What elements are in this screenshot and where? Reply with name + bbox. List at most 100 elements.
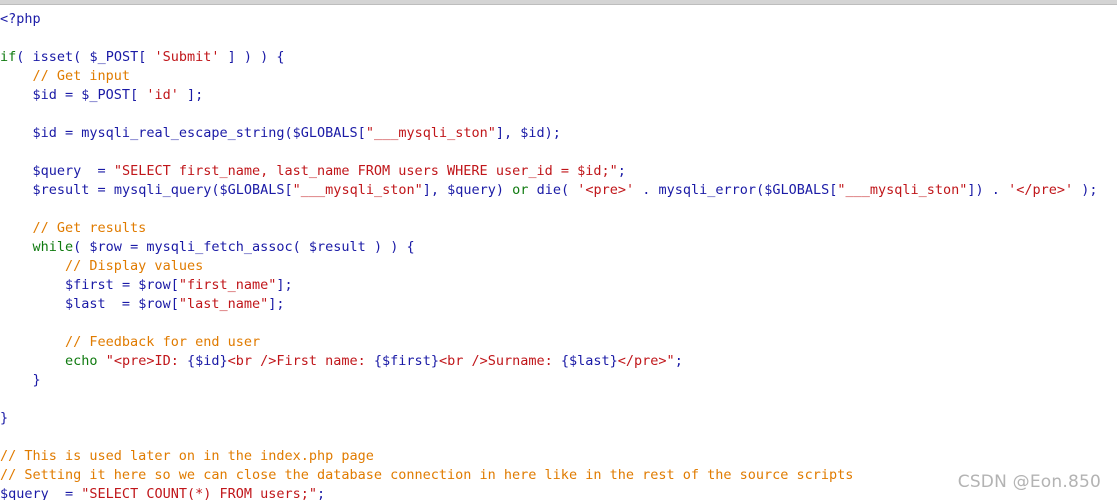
code-token: ]; — [178, 87, 204, 103]
code-line: $last = $row["last_name"]; — [0, 295, 1097, 314]
code-token: ) ) { — [365, 239, 415, 255]
code-token: . — [634, 182, 659, 198]
code-token: if — [0, 49, 17, 65]
code-token: while — [32, 239, 74, 255]
code-token: echo — [65, 353, 98, 369]
code-token: = — [81, 163, 114, 179]
code-token: mysqli_real_escape_string — [81, 125, 285, 141]
code-line: $query = "SELECT first_name, last_name F… — [0, 162, 1097, 181]
code-token: ( — [756, 182, 765, 198]
code-token: $_POST — [89, 49, 139, 65]
code-token: <br />First name: — [227, 353, 374, 369]
code-line: if( isset( $_POST[ 'Submit' ] ) ) { — [0, 48, 1097, 67]
code-line: echo "<pre>ID: {$id}<br />First name: {$… — [0, 352, 1097, 371]
code-token: ]) . — [967, 182, 1009, 198]
php-source-code[interactable]: <?php if( isset( $_POST[ 'Submit' ] ) ) … — [0, 10, 1097, 500]
code-token: ) — [495, 182, 513, 198]
code-token: ; — [317, 486, 326, 500]
code-line: $first = $row["first_name"]; — [0, 276, 1097, 295]
code-token: = — [113, 277, 139, 293]
code-line: // This is used later on in the index.ph… — [0, 447, 1097, 466]
code-line: $id = mysqli_real_escape_string($GLOBALS… — [0, 124, 1097, 143]
code-line: } — [0, 371, 1097, 390]
code-token: // Setting it here so we can close the d… — [0, 467, 854, 483]
code-line: } — [0, 409, 1097, 428]
code-token: ]; — [268, 296, 285, 312]
code-viewer: <?php if( isset( $_POST[ 'Submit' ] ) ) … — [0, 0, 1117, 500]
code-token: $query — [0, 486, 49, 500]
code-token: die — [536, 182, 561, 198]
code-token: // Get input — [32, 68, 131, 84]
code-token: = — [89, 182, 114, 198]
code-token: ( — [73, 49, 90, 65]
code-token: // This is used later on in the index.ph… — [0, 448, 374, 464]
code-line: // Feedback for end user — [0, 333, 1097, 352]
code-token: $GLOBALS — [764, 182, 830, 198]
code-token: ; — [617, 163, 626, 179]
code-token: [ — [130, 87, 147, 103]
code-token: ], — [422, 182, 448, 198]
code-token: '<pre>' — [577, 182, 635, 198]
code-token: ( — [292, 239, 309, 255]
code-token: } — [0, 410, 9, 426]
code-token: $row — [89, 239, 122, 255]
code-line: $id = $_POST[ 'id' ]; — [0, 86, 1097, 105]
code-line: <?php — [0, 10, 1097, 29]
code-token: "___mysqli_ston" — [292, 182, 423, 198]
code-token: // Get results — [32, 220, 147, 236]
code-token: = — [105, 296, 139, 312]
code-token: mysqli_error — [658, 182, 757, 198]
code-token: ; — [674, 353, 683, 369]
code-token: ( — [73, 239, 90, 255]
code-token: ( — [16, 49, 33, 65]
code-token: [ — [138, 49, 155, 65]
code-token: $row — [138, 296, 171, 312]
code-token: "___mysqli_ston" — [365, 125, 496, 141]
code-token: $query — [32, 163, 82, 179]
code-token: $GLOBALS — [219, 182, 285, 198]
code-token: ], — [495, 125, 521, 141]
code-token: // Display values — [65, 258, 204, 274]
code-line: // Display values — [0, 257, 1097, 276]
code-token: '</pre>' — [1008, 182, 1074, 198]
code-line: // Get results — [0, 219, 1097, 238]
code-token: </pre>" — [617, 353, 675, 369]
code-token: $result — [308, 239, 366, 255]
code-token: {$id} — [186, 353, 228, 369]
code-token: [ — [284, 182, 293, 198]
code-token: [ — [170, 296, 179, 312]
code-token: mysqli_query — [113, 182, 212, 198]
window-top-border — [0, 0, 1117, 5]
code-token: isset — [32, 49, 74, 65]
code-token: $first — [65, 277, 114, 293]
code-token: ( — [284, 125, 293, 141]
code-token: "___mysqli_ston" — [837, 182, 968, 198]
code-token: "last_name" — [178, 296, 269, 312]
code-token: ( — [560, 182, 578, 198]
code-token: = — [48, 486, 82, 500]
code-token: $result — [32, 182, 90, 198]
code-token: <?php — [0, 11, 41, 27]
code-token: 'id' — [146, 87, 179, 103]
code-token: or — [512, 182, 529, 198]
code-token: ] ) ) { — [219, 49, 285, 65]
code-token: ( — [211, 182, 220, 198]
code-token: "<pre>ID: — [105, 353, 187, 369]
code-token: "first_name" — [178, 277, 277, 293]
code-line: $query = "SELECT COUNT(*) FROM users;"; — [0, 485, 1097, 500]
